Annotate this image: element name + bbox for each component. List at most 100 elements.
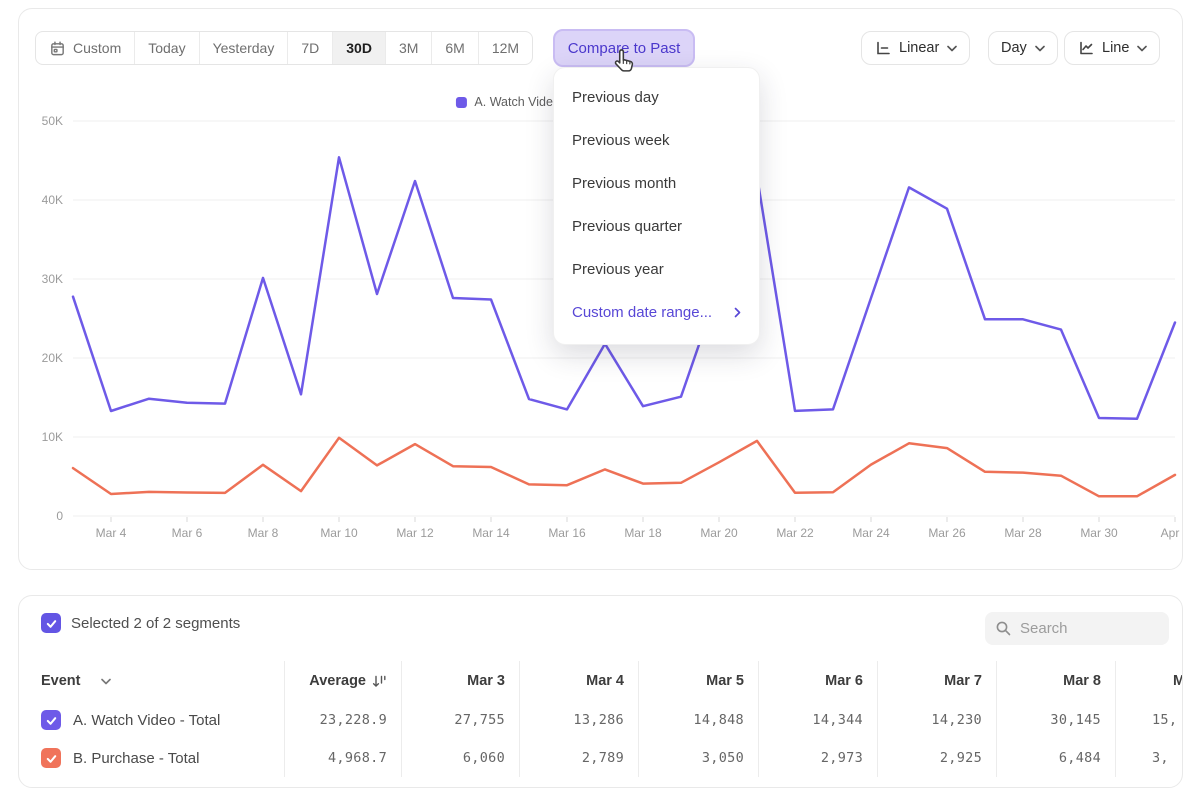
table-cell: 6,060 — [401, 739, 519, 777]
segments-table-card: Selected 2 of 2 segments Event Average Mar… — [18, 595, 1183, 788]
table-cell: 2,925 — [877, 739, 996, 777]
column-header-mar-6[interactable]: Mar 6 — [758, 661, 877, 701]
chevron-down-icon — [947, 45, 957, 52]
chevron-down-icon — [1035, 45, 1045, 52]
date-range-segmented-control: Custom Today Yesterday 7D 30D 3M 6M 12M — [35, 31, 533, 65]
menu-item-previous-quarter[interactable]: Previous quarter — [554, 205, 759, 248]
x-axis-label: Mar 30 — [1080, 526, 1118, 540]
menu-item-previous-month[interactable]: Previous month — [554, 162, 759, 205]
range-button-custom[interactable]: Custom — [36, 32, 135, 64]
x-axis-label: Mar 26 — [928, 526, 966, 540]
x-axis-label: Mar 8 — [248, 526, 279, 540]
table-cell: 4,968.7 — [284, 739, 401, 777]
menu-item-previous-year[interactable]: Previous year — [554, 248, 759, 291]
interval-label: Day — [1001, 40, 1027, 56]
y-axis-label: 30K — [42, 272, 63, 286]
column-header-label: Mar 5 — [706, 673, 744, 689]
range-button-3m[interactable]: 3M — [386, 32, 432, 64]
y-axis-label: 0 — [56, 509, 63, 523]
y-axis-label: 50K — [42, 114, 63, 128]
line-chart-icon — [1077, 40, 1094, 56]
range-button-30d[interactable]: 30D — [333, 32, 386, 64]
x-axis-label: Mar 24 — [852, 526, 890, 540]
selected-segments-summary: Selected 2 of 2 segments — [71, 615, 240, 632]
x-axis-label: Apr 1 — [1161, 526, 1182, 540]
table-cell: 13,286 — [519, 701, 638, 739]
check-icon — [45, 752, 58, 765]
column-header-label: Mar 8 — [1063, 673, 1101, 689]
table-cell: 14,344 — [758, 701, 877, 739]
column-header-mar-4[interactable]: Mar 4 — [519, 661, 638, 701]
column-header-mar-3[interactable]: Mar 3 — [401, 661, 519, 701]
range-button-label: Today — [148, 40, 185, 56]
column-header-mar-5[interactable]: Mar 5 — [638, 661, 758, 701]
menu-item-previous-day[interactable]: Previous day — [554, 76, 759, 119]
x-axis-label: Mar 28 — [1004, 526, 1042, 540]
table-cell: 14,230 — [877, 701, 996, 739]
range-button-label: 12M — [492, 40, 519, 56]
table-cell: 23,228.9 — [284, 701, 401, 739]
range-button-yesterday[interactable]: Yesterday — [200, 32, 289, 64]
table-row-event-cell: B. Purchase - Total — [19, 739, 284, 777]
hand-cursor — [612, 48, 638, 75]
linear-axis-icon — [874, 40, 891, 56]
table-cell: 30,145 — [996, 701, 1115, 739]
segment-label: B. Purchase - Total — [73, 750, 199, 767]
segment-checkbox[interactable] — [41, 710, 61, 730]
sort-descending-icon — [372, 675, 387, 688]
column-header-label: Average — [309, 673, 366, 689]
table-cell: 3,050 — [638, 739, 758, 777]
interval-dropdown-button[interactable]: Day — [988, 31, 1058, 65]
column-header-mar-8[interactable]: Mar 8 — [996, 661, 1115, 701]
y-axis-label: 10K — [42, 430, 63, 444]
chevron-down-icon — [101, 678, 111, 685]
column-header-label: Mar 3 — [467, 673, 505, 689]
column-header-label: Mar 6 — [825, 673, 863, 689]
compare-to-past-menu: Previous dayPrevious weekPrevious monthP… — [553, 67, 760, 345]
menu-item-custom-date-range[interactable]: Custom date range... — [554, 291, 759, 334]
x-axis-label: Mar 16 — [548, 526, 586, 540]
select-all-checkbox[interactable] — [41, 613, 61, 633]
range-button-7d[interactable]: 7D — [288, 32, 333, 64]
range-button-12m[interactable]: 12M — [479, 32, 532, 64]
column-header-label: Mar 7 — [944, 673, 982, 689]
y-axis-label: 20K — [42, 351, 63, 365]
table-cell: 2,973 — [758, 739, 877, 777]
check-icon — [45, 714, 58, 727]
y-axis-label: 40K — [42, 193, 63, 207]
menu-item-previous-week[interactable]: Previous week — [554, 119, 759, 162]
column-header-mar-7[interactable]: Mar 7 — [877, 661, 996, 701]
x-axis-label: Mar 10 — [320, 526, 358, 540]
column-header-average[interactable]: Average — [284, 661, 401, 701]
range-button-6m[interactable]: 6M — [432, 32, 478, 64]
table-cell: 6,484 — [996, 739, 1115, 777]
range-button-today[interactable]: Today — [135, 32, 199, 64]
chevron-down-icon — [1137, 45, 1147, 52]
table-cell: 14,848 — [638, 701, 758, 739]
range-button-label: Custom — [73, 40, 121, 56]
range-button-label: 7D — [301, 40, 319, 56]
x-axis-label: Mar 20 — [700, 526, 738, 540]
table-cell: 15, — [1115, 701, 1183, 739]
table-row-event-cell: A. Watch Video - Total — [19, 701, 284, 739]
legend-swatch — [455, 97, 466, 108]
column-header-label: Mar 4 — [586, 673, 624, 689]
x-axis-label: Mar 12 — [396, 526, 434, 540]
segment-label: A. Watch Video - Total — [73, 712, 220, 729]
scale-label: Linear — [899, 40, 939, 56]
calendar-icon — [49, 40, 66, 57]
x-axis-label: Mar 6 — [172, 526, 203, 540]
scale-dropdown-button[interactable]: Linear — [861, 31, 970, 65]
search-input[interactable] — [1020, 620, 1150, 637]
table-cell: 3, — [1115, 739, 1183, 777]
range-button-label: 3M — [399, 40, 418, 56]
menu-item-label: Custom date range... — [572, 304, 712, 321]
chart-type-dropdown-button[interactable]: Line — [1064, 31, 1160, 65]
column-header-m[interactable]: M — [1115, 661, 1183, 701]
event-column-header[interactable]: Event — [19, 661, 284, 701]
segment-checkbox[interactable] — [41, 748, 61, 768]
search-box[interactable] — [985, 612, 1169, 645]
event-header-label: Event — [41, 673, 81, 689]
series-line[interactable] — [73, 438, 1175, 497]
x-axis-label: Mar 4 — [96, 526, 127, 540]
